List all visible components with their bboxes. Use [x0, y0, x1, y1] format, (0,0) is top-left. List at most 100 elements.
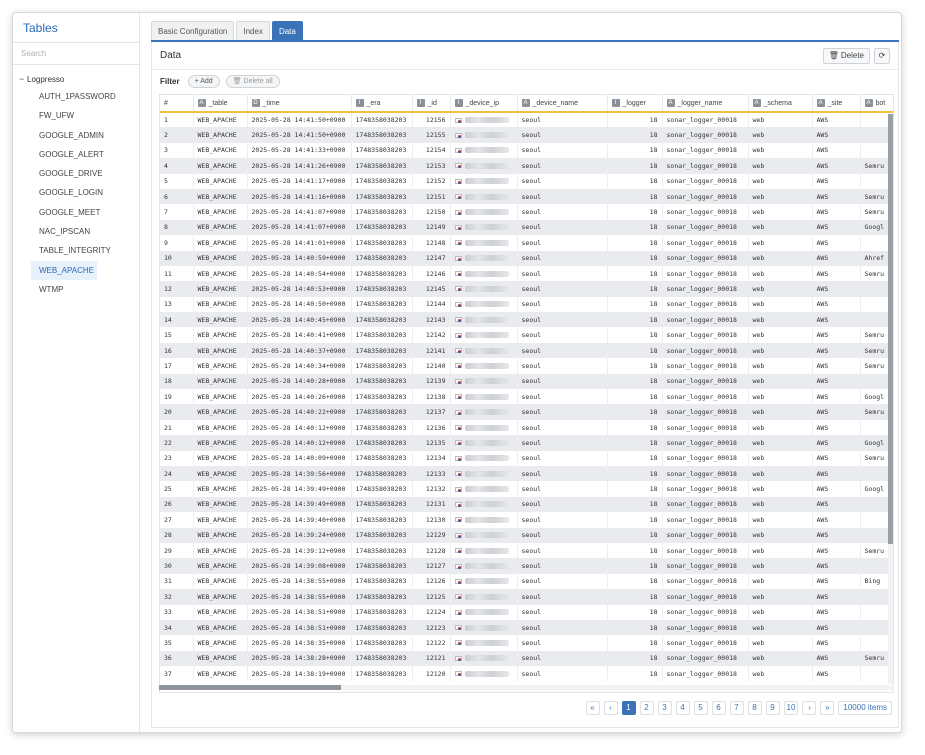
table-cell: WEB_APACHE — [193, 204, 248, 220]
table-row[interactable]: 34 WEB_APACHE 2025-05-28 14:38:51+0900 1748… — [160, 619, 893, 636]
table-cell: WEB_APACHE — [193, 188, 248, 205]
table-row[interactable]: 32 WEB_APACHE 2025-05-28 14:38:55+0900 1748… — [160, 589, 893, 605]
table-row[interactable]: 10 WEB_APACHE 2025-05-28 14:40:59+0900 1748… — [160, 250, 893, 266]
table-row[interactable]: 20 WEB_APACHE 2025-05-28 14:40:22+0900 1748… — [160, 404, 893, 420]
table-row[interactable]: 29 WEB_APACHE 2025-05-28 14:39:12+0900 1748… — [160, 542, 893, 559]
delete-all-filters-button[interactable]: 🗑 Delete all — [225, 74, 280, 88]
table-row[interactable]: 13 WEB_APACHE 2025-05-28 14:40:50+0900 1748… — [160, 296, 893, 313]
table-row[interactable]: 5 WEB_APACHE 2025-05-28 14:41:17+0900 17483… — [160, 173, 893, 189]
sidebar-item-table-integrity[interactable]: TABLE_INTEGRITY — [31, 241, 111, 260]
page-button[interactable]: 9 — [765, 701, 780, 715]
tab-index[interactable]: Index — [236, 21, 270, 40]
page-button[interactable]: 1 — [621, 701, 636, 715]
table-row[interactable]: 12 WEB_APACHE 2025-05-28 14:40:53+0900 1748… — [160, 281, 893, 297]
page-button[interactable]: 2 — [639, 701, 654, 715]
collapse-icon[interactable]: − — [19, 74, 27, 84]
table-row[interactable]: 36 WEB_APACHE 2025-05-28 14:38:28+0900 1748… — [160, 650, 893, 667]
table-cell: 18 — [607, 296, 663, 313]
sidebar-item-google-login[interactable]: GOOGLE_LOGIN — [31, 183, 103, 202]
table-row[interactable]: 8 WEB_APACHE 2025-05-28 14:41:07+0900 17483… — [160, 219, 893, 236]
table-row[interactable]: 23 WEB_APACHE 2025-05-28 14:40:09+0900 1748… — [160, 450, 893, 466]
table-row[interactable]: 24 WEB_APACHE 2025-05-28 14:39:56+0900 1748… — [160, 465, 893, 482]
table-row[interactable]: 17 WEB_APACHE 2025-05-28 14:40:34+0900 1748… — [160, 358, 893, 374]
table-cell: 2025-05-28 14:41:33+0900 — [247, 142, 352, 159]
table-cell: WEB_APACHE — [193, 265, 248, 282]
first-page-button[interactable]: « — [585, 701, 600, 715]
table-row[interactable]: 4 WEB_APACHE 2025-05-28 14:41:26+0900 17483… — [160, 158, 893, 174]
column-header[interactable]: A _schema — [748, 95, 813, 113]
table-cell: WEB_APACHE — [193, 650, 248, 667]
delete-button[interactable]: 🗑 Delete — [822, 47, 870, 64]
table-row[interactable]: 9 WEB_APACHE 2025-05-28 14:41:01+0900 17483… — [160, 235, 893, 251]
table-row[interactable]: 19 WEB_APACHE 2025-05-28 14:40:26+0900 1748… — [160, 389, 893, 405]
column-header[interactable]: A _logger_name — [662, 95, 749, 113]
next-page-button[interactable]: › — [802, 701, 817, 715]
table-row[interactable]: 26 WEB_APACHE 2025-05-28 14:39:49+0900 1748… — [160, 496, 893, 513]
column-header[interactable]: A _device_name — [517, 95, 608, 113]
page-button[interactable]: 8 — [747, 701, 762, 715]
table-row[interactable]: 37 WEB_APACHE 2025-05-28 14:38:19+0900 1748… — [160, 666, 893, 682]
table-row[interactable]: 31 WEB_APACHE 2025-05-28 14:38:55+0900 1748… — [160, 573, 893, 590]
tree-root-logpresso[interactable]: − Logpresso — [13, 71, 139, 87]
table-cell: 18 — [607, 512, 663, 528]
last-page-button[interactable]: » — [820, 701, 835, 715]
table-row[interactable]: 2 WEB_APACHE 2025-05-28 14:41:50+0900 17483… — [160, 127, 893, 143]
table-row[interactable]: 35 WEB_APACHE 2025-05-28 14:38:35+0900 1748… — [160, 635, 893, 651]
table-row[interactable]: 22 WEB_APACHE 2025-05-28 14:40:12+0900 1748… — [160, 435, 893, 451]
horizontal-scrollbar[interactable] — [159, 685, 894, 690]
sidebar-item-google-alert[interactable]: GOOGLE_ALERT — [31, 145, 104, 164]
vertical-scrollbar[interactable] — [888, 114, 893, 684]
sidebar-item-nac-ipscan[interactable]: NAC_IPSCAN — [31, 222, 97, 241]
tab-data[interactable]: Data — [271, 21, 303, 40]
table-row[interactable]: 6 WEB_APACHE 2025-05-28 14:41:16+0900 17483… — [160, 188, 893, 205]
column-header[interactable]: I _logger — [607, 95, 663, 113]
table-row[interactable]: 33 WEB_APACHE 2025-05-28 14:38:51+0900 1748… — [160, 604, 893, 620]
column-header[interactable]: A _table — [193, 95, 248, 113]
table-row[interactable]: 27 WEB_APACHE 2025-05-28 14:39:40+0900 1748… — [160, 512, 893, 528]
sidebar-item-google-drive[interactable]: GOOGLE_DRIVE — [31, 164, 103, 183]
column-header[interactable]: I _era — [351, 95, 413, 113]
column-header[interactable]: # — [160, 95, 194, 113]
page-button[interactable]: 10 — [783, 701, 799, 715]
sidebar-item-wtmp[interactable]: WTMP — [31, 280, 97, 299]
prev-page-button[interactable]: ‹ — [603, 701, 618, 715]
refresh-button[interactable]: ⟳ — [874, 47, 890, 64]
table-cell: 2025-05-28 14:38:51+0900 — [247, 619, 352, 636]
page-button[interactable]: 7 — [729, 701, 744, 715]
page-button[interactable]: 4 — [675, 701, 690, 715]
sidebar-item-google-admin[interactable]: GOOGLE_ADMIN — [31, 126, 104, 145]
table-row[interactable]: 14 WEB_APACHE 2025-05-28 14:40:45+0900 1748… — [160, 312, 893, 328]
table-row[interactable]: 11 WEB_APACHE 2025-05-28 14:40:54+0900 1748… — [160, 265, 893, 282]
table-cell: WEB_APACHE — [193, 296, 248, 313]
column-header[interactable]: D _time — [247, 95, 352, 113]
table-row[interactable]: 3 WEB_APACHE 2025-05-28 14:41:33+0900 17483… — [160, 142, 893, 159]
table-row[interactable]: 28 WEB_APACHE 2025-05-28 14:39:24+0900 1748… — [160, 527, 893, 543]
table-row[interactable]: 1 WEB_APACHE 2025-05-28 14:41:50+0900 17483… — [160, 112, 893, 128]
column-header[interactable]: I _id — [412, 95, 451, 113]
column-header[interactable]: A _site — [812, 95, 861, 113]
table-search-input[interactable] — [13, 43, 139, 65]
table-row[interactable]: 7 WEB_APACHE 2025-05-28 14:41:07+0900 17483… — [160, 204, 893, 220]
page-button[interactable]: 6 — [711, 701, 726, 715]
column-header[interactable]: I _device_ip — [450, 95, 518, 113]
sidebar-item-web-apache[interactable]: WEB_APACHE — [31, 260, 97, 280]
table-row[interactable]: 25 WEB_APACHE 2025-05-28 14:39:49+0900 1748… — [160, 481, 893, 497]
vertical-scroll-thumb[interactable] — [888, 114, 893, 544]
column-header[interactable]: Abot — [860, 95, 893, 113]
page-button[interactable]: 3 — [657, 701, 672, 715]
horizontal-scroll-thumb[interactable] — [159, 685, 341, 690]
tab-basic-configuration[interactable]: Basic Configuration — [151, 21, 235, 40]
sidebar-item-fw-ufw[interactable]: FW_UFW — [31, 106, 97, 125]
table-row[interactable]: 15 WEB_APACHE 2025-05-28 14:40:41+0900 1748… — [160, 327, 893, 343]
table-row[interactable]: 18 WEB_APACHE 2025-05-28 14:40:28+0900 1748… — [160, 373, 893, 390]
sidebar-item-auth-1password[interactable]: AUTH_1PASSWORD — [31, 87, 116, 106]
page-button[interactable]: 5 — [693, 701, 708, 715]
table-row[interactable]: 30 WEB_APACHE 2025-05-28 14:39:08+0900 1748… — [160, 558, 893, 574]
table-row[interactable]: 16 WEB_APACHE 2025-05-28 14:40:37+0900 1748… — [160, 342, 893, 359]
redacted-ip — [464, 532, 509, 539]
table-row[interactable]: 21 WEB_APACHE 2025-05-28 14:40:12+0900 1748… — [160, 419, 893, 436]
sidebar-item-google-meet[interactable]: GOOGLE_MEET — [31, 203, 100, 222]
add-filter-button[interactable]: + Add — [187, 74, 220, 88]
device-ip-value — [454, 347, 513, 354]
table-cell: 25 — [160, 481, 194, 497]
